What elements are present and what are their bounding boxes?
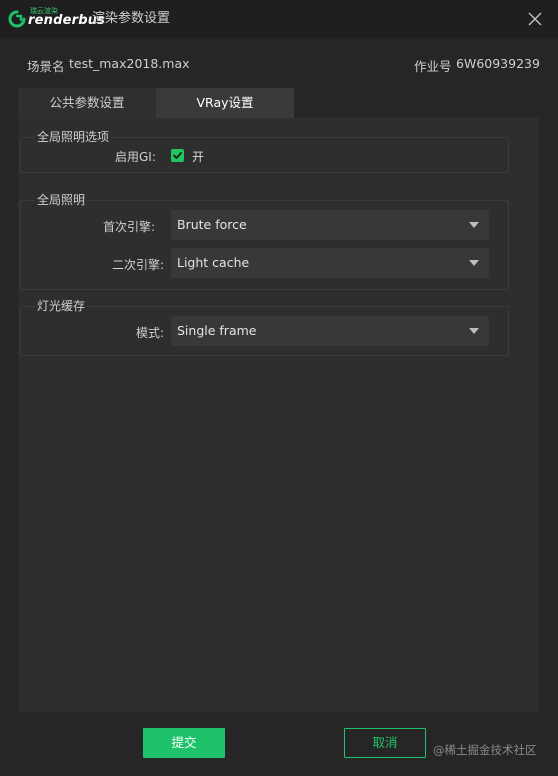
job-info-row: 场景名 test_max2018.max 作业号 6W60939239 bbox=[0, 52, 558, 76]
dialog-footer: 提交 取消 @稀土掘金技术社区 bbox=[0, 712, 558, 776]
render-settings-dialog: 瑞云渲染 renderbus 渲染参数设置 场景名 test_max2018.m… bbox=[0, 0, 558, 776]
secondary-engine-select[interactable]: Light cache bbox=[171, 248, 489, 278]
light-cache-group: 灯光缓存 模式: Single frame bbox=[20, 298, 509, 356]
window-title: 渲染参数设置 bbox=[92, 11, 171, 26]
scene-name-value: test_max2018.max bbox=[69, 56, 190, 71]
enable-gi-label: 启用GI: bbox=[115, 150, 156, 164]
cancel-button[interactable]: 取消 bbox=[344, 728, 426, 758]
enable-gi-state: 开 bbox=[192, 150, 205, 164]
dropdown-arrow-icon bbox=[469, 328, 479, 334]
close-icon[interactable] bbox=[526, 10, 544, 28]
primary-engine-label: 首次引擎: bbox=[103, 220, 156, 234]
checkmark-icon bbox=[173, 152, 182, 159]
watermark: @稀土掘金技术社区 bbox=[433, 743, 537, 757]
mode-label: 模式: bbox=[136, 326, 165, 340]
tab-common-settings[interactable]: 公共参数设置 bbox=[18, 88, 156, 118]
secondary-engine-value: Light cache bbox=[177, 255, 250, 270]
mode-value: Single frame bbox=[177, 323, 257, 338]
job-id-label: 作业号 bbox=[414, 59, 452, 74]
primary-engine-value: Brute force bbox=[177, 217, 247, 232]
settings-tabs: 公共参数设置 VRay设置 bbox=[18, 88, 294, 118]
renderbus-logo: 瑞云渲染 renderbus bbox=[8, 7, 105, 29]
gi-title: 全局照明 bbox=[35, 192, 88, 208]
tab-vray-settings[interactable]: VRay设置 bbox=[156, 88, 294, 118]
mode-select[interactable]: Single frame bbox=[171, 316, 489, 346]
vray-settings-panel: 全局照明选项 启用GI: 开 全局照明 首次引擎: Brute force 二次… bbox=[18, 118, 539, 712]
gi-group: 全局照明 首次引擎: Brute force 二次引擎: Light cache bbox=[20, 192, 509, 290]
gi-options-title: 全局照明选项 bbox=[35, 129, 112, 145]
secondary-engine-label: 二次引擎: bbox=[112, 258, 165, 272]
dropdown-arrow-icon bbox=[469, 260, 479, 266]
enable-gi-checkbox[interactable] bbox=[171, 149, 184, 162]
primary-engine-select[interactable]: Brute force bbox=[171, 210, 489, 240]
job-id-value: 6W60939239 bbox=[456, 56, 540, 71]
title-bar: 瑞云渲染 renderbus 渲染参数设置 bbox=[0, 0, 558, 38]
light-cache-title: 灯光缓存 bbox=[35, 298, 88, 314]
gi-options-group: 全局照明选项 启用GI: 开 bbox=[20, 129, 509, 173]
submit-button[interactable]: 提交 bbox=[143, 728, 225, 758]
scene-name-label: 场景名 bbox=[27, 59, 65, 74]
renderbus-logo-icon bbox=[8, 10, 26, 28]
dropdown-arrow-icon bbox=[469, 222, 479, 228]
logo-text: 瑞云渲染 renderbus bbox=[28, 7, 105, 29]
